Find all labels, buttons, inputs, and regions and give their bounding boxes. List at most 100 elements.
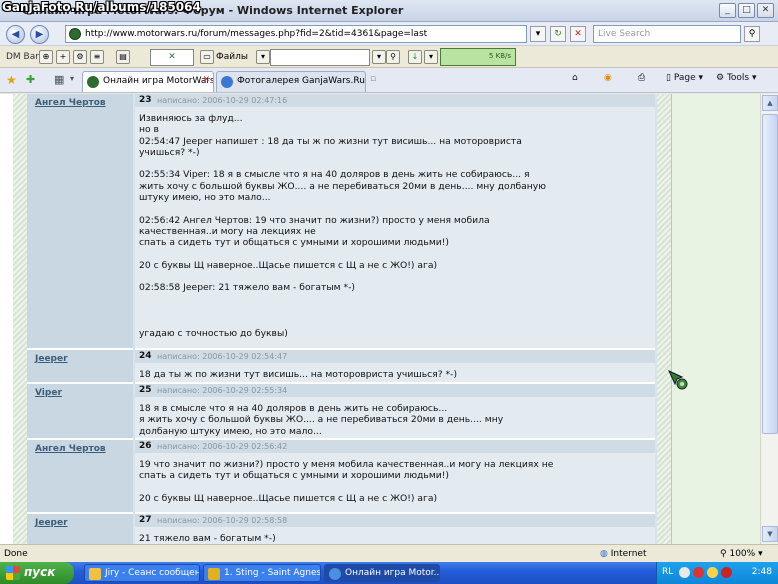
author-cell: Viper (27, 384, 133, 440)
network-icon[interactable] (679, 567, 690, 578)
message-body: 21 тяжело вам - богатым *-) (139, 533, 649, 544)
forum-thread: Ангел Чертов 23 написано: 2006-10-29 02:… (27, 94, 657, 544)
right-stripe (657, 94, 671, 544)
maximize-button[interactable]: □ (738, 3, 755, 18)
dm-bar-label: DM Bar (6, 52, 39, 62)
scroll-thumb[interactable] (762, 114, 778, 434)
search-files-icon[interactable]: ⚲ (386, 50, 400, 64)
left-stripe (13, 94, 27, 544)
refresh-button[interactable]: ↻ (550, 26, 566, 42)
tools-gear-icon: ⚙ (716, 73, 725, 83)
tools-menu-button[interactable]: ⚙ Tools ▾ (716, 73, 757, 83)
tab-ganjawars[interactable]: Фотогалерея GanjaWars.Ru (216, 71, 366, 92)
new-tab-icon[interactable]: ▫ (370, 74, 376, 84)
post-author[interactable]: Jeeper (35, 518, 68, 528)
message-cell: 26 написано: 2006-10-29 02:56:42 19 что … (135, 440, 655, 514)
taskbar-item-label: Онлайн игра Motor... (345, 568, 440, 578)
search-icon: ⚲ (748, 29, 756, 39)
magnifier-icon: ⚲ (720, 549, 727, 559)
message-line: угадаю с точностью до буквы) (139, 327, 288, 339)
message-header: 23 написано: 2006-10-29 02:47:16 (135, 94, 655, 107)
vertical-scrollbar[interactable]: ▲ ▼ (760, 94, 778, 544)
address-url: http://www.motorwars.ru/forum/messages.p… (85, 29, 428, 39)
search-button[interactable]: ⚲ (744, 26, 760, 42)
add-favorites-icon[interactable]: ✚ (26, 73, 35, 86)
scroll-down-button[interactable]: ▼ (762, 526, 778, 542)
message-line: 02:58:58 Jeeper: 21 тяжело вам - богатым… (139, 282, 355, 294)
volume-icon[interactable] (707, 567, 718, 578)
forward-arrow-icon: ▶ (35, 29, 44, 40)
message-cell: 25 написано: 2006-10-29 02:55:34 18 я в … (135, 384, 655, 440)
tab-bar: ★ ✚ ▦ ▾ Онлайн игра MotorWars... ✕ Фотог… (0, 68, 778, 93)
language-indicator[interactable]: RL (662, 567, 673, 577)
taskbar-item-motorwars[interactable]: Онлайн игра Motor... (324, 564, 440, 582)
ie-favicon-icon (221, 76, 233, 88)
minimize-button[interactable]: _ (719, 3, 736, 18)
stop-button[interactable]: ✕ (570, 26, 586, 42)
post-number: 27 (139, 515, 152, 525)
forward-button[interactable]: ▶ (30, 25, 49, 44)
post-author[interactable]: Ангел Чертов (35, 98, 106, 108)
author-cell: Ангел Чертов (27, 94, 133, 350)
message-body: 18 да ты ж по жизни тут висишь... на мот… (139, 369, 649, 380)
files-dropdown[interactable]: ▾ (256, 50, 270, 64)
antivirus-icon[interactable] (693, 567, 704, 578)
post-author[interactable]: Ангел Чертов (35, 444, 106, 454)
post-author[interactable]: Viper (35, 388, 62, 398)
post-number: 26 (139, 441, 152, 451)
clock: 2:48 (751, 567, 772, 577)
back-button[interactable]: ◀ (6, 25, 25, 44)
globe-icon: ◍ (600, 549, 608, 559)
gear-icon[interactable]: ⚙ (73, 50, 87, 64)
taskbar-item-jiry[interactable]: Jiry - Сеанс сообщен... (84, 564, 200, 582)
rss-icon[interactable]: ◉ (604, 73, 612, 83)
search-input[interactable]: Live Search (593, 25, 741, 43)
post: Jeeper 27 написано: 2006-10-29 02:58:58 … (27, 514, 657, 544)
tab-motorwars[interactable]: Онлайн игра MotorWars... ✕ (82, 71, 214, 92)
clear-button[interactable]: ✕ (150, 49, 194, 66)
zone-label: Internet (610, 549, 647, 559)
tab-list-icon[interactable]: ▾ (70, 74, 74, 83)
address-dropdown-button[interactable]: ▾ (530, 26, 546, 42)
download-icon[interactable]: ⊕ (39, 50, 53, 64)
close-tab-icon[interactable]: ✕ (202, 75, 210, 85)
start-button[interactable]: пуск (0, 562, 74, 584)
taskbar-item-sting[interactable]: 1. Sting - Saint Agnes... (203, 564, 321, 582)
add-icon[interactable]: + (56, 50, 70, 64)
message-line: 02:56:42 Ангел Чертов: 19 что значит по … (139, 214, 490, 226)
refresh-icon: ↻ (554, 29, 562, 39)
arrow-dropdown[interactable]: ▾ (424, 50, 438, 64)
message-line: 20 с буквы Щ наверное..Щасье пишется с Щ… (139, 259, 438, 271)
files-field-dropdown[interactable]: ▾ (372, 50, 386, 64)
k-icon[interactable] (721, 567, 732, 578)
scroll-up-button[interactable]: ▲ (762, 95, 778, 111)
message-cell: 27 написано: 2006-10-29 02:58:58 21 тяже… (135, 514, 655, 544)
files-field[interactable] (270, 49, 370, 66)
home-icon[interactable]: ⌂ (572, 73, 578, 83)
address-input[interactable]: http://www.motorwars.ru/forum/messages.p… (65, 25, 527, 43)
favorites-star-icon[interactable]: ★ (6, 73, 17, 87)
post: Ангел Чертов 23 написано: 2006-10-29 02:… (27, 94, 657, 350)
post-number: 23 (139, 95, 152, 105)
message-line: долбаную штуку имею, но это мало... (139, 425, 322, 437)
message-body: 18 я в смысле что я на 40 доляров в день… (139, 403, 649, 437)
page-menu-button[interactable]: ▯ Page ▾ (666, 73, 703, 83)
post: Jeeper 24 написано: 2006-10-29 02:54:47 … (27, 350, 657, 384)
down-arrow-icon[interactable]: ↓ (408, 50, 422, 64)
close-button[interactable]: ✕ (757, 3, 774, 18)
zoom-control[interactable]: ⚲ 100% ▾ (720, 549, 763, 559)
page-content: Ангел Чертов 23 написано: 2006-10-29 02:… (0, 94, 760, 544)
page-menu-icon[interactable]: ▤ (116, 50, 130, 64)
list-icon[interactable]: ≡ (90, 50, 104, 64)
quick-tabs-icon[interactable]: ▦ (54, 73, 64, 86)
chevron-down-icon: ▾ (535, 29, 541, 39)
back-arrow-icon: ◀ (11, 29, 20, 40)
message-header: 26 написано: 2006-10-29 02:56:42 (135, 440, 655, 453)
dm-toolbar: DM Bar ⊕ + ⚙ ≡ ▤ ✕ ▭ Файлы ▾ ▾ ⚲ ↓ ▾ 5 K… (0, 46, 778, 68)
post-author[interactable]: Jeeper (35, 354, 68, 364)
print-icon[interactable]: ⎙ (638, 73, 645, 83)
author-cell: Jeeper (27, 514, 133, 544)
